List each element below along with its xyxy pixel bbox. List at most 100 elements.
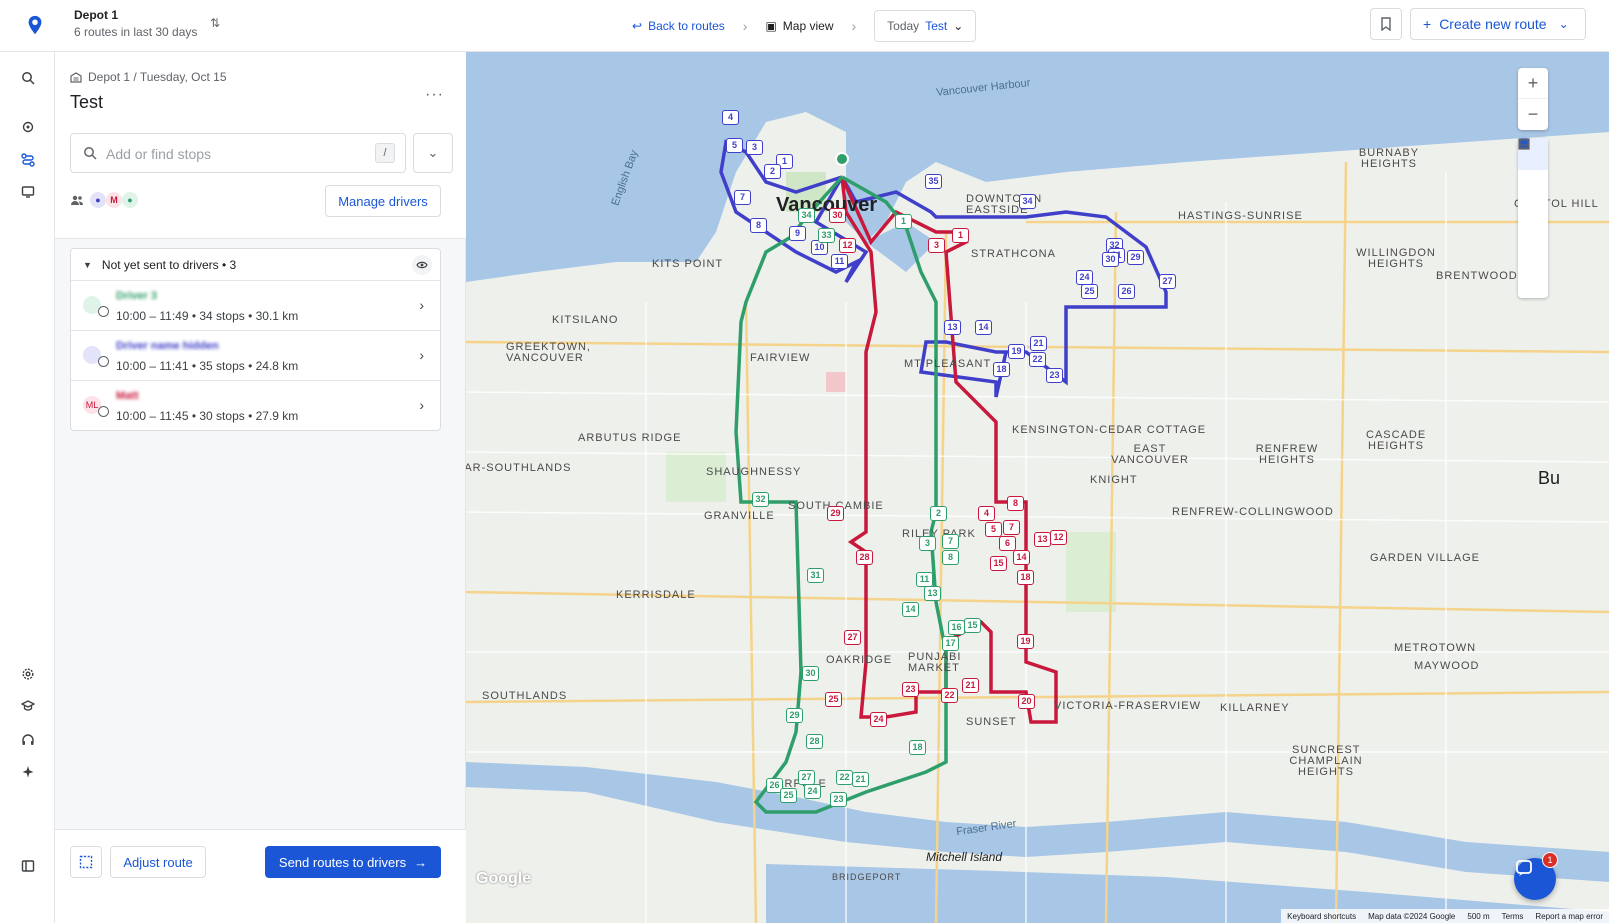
depot-marker[interactable] <box>835 152 849 166</box>
stop-marker[interactable]: 23 <box>1046 368 1063 383</box>
stop-marker[interactable]: 19 <box>1008 344 1025 359</box>
routes-group-header[interactable]: ▼ Not yet sent to drivers • 3 <box>71 249 440 281</box>
sparkle-icon[interactable] <box>20 764 36 780</box>
stop-marker[interactable]: 25 <box>780 788 797 803</box>
stop-marker[interactable]: 12 <box>839 238 856 253</box>
stop-marker[interactable]: 3 <box>919 536 936 551</box>
stop-marker[interactable]: 14 <box>975 320 992 335</box>
stop-marker[interactable]: 34 <box>798 208 815 223</box>
stop-marker[interactable]: 31 <box>807 568 824 583</box>
shape-button[interactable] <box>1518 139 1548 266</box>
stop-search[interactable]: / <box>70 133 406 173</box>
stop-marker[interactable]: 29 <box>786 708 803 723</box>
stop-marker[interactable]: 1 <box>952 228 969 243</box>
stop-marker[interactable]: 23 <box>902 682 919 697</box>
stop-pin-button[interactable] <box>1518 138 1548 234</box>
more-options-icon[interactable]: ··· <box>425 86 444 104</box>
stop-marker[interactable]: 7 <box>734 190 751 205</box>
stop-marker[interactable]: 35 <box>925 174 942 189</box>
routes-icon[interactable] <box>20 152 36 168</box>
stop-marker[interactable]: 17 <box>942 636 959 651</box>
stop-marker[interactable]: 18 <box>1017 570 1034 585</box>
stop-marker[interactable]: 29 <box>1127 250 1144 265</box>
stop-marker[interactable]: 34 <box>1019 194 1036 209</box>
send-routes-button[interactable]: Send routes to drivers → <box>265 846 441 878</box>
stop-marker[interactable]: 19 <box>1017 634 1034 649</box>
stop-marker[interactable]: 13 <box>944 320 961 335</box>
stop-marker[interactable]: 18 <box>909 740 926 755</box>
stop-marker[interactable]: 25 <box>825 692 842 707</box>
stop-marker[interactable]: 12 <box>1050 530 1067 545</box>
stop-marker[interactable]: 4 <box>722 110 739 125</box>
report-error-link[interactable]: Report a map error <box>1535 912 1603 921</box>
search-icon[interactable] <box>20 70 36 86</box>
manage-drivers-button[interactable]: Manage drivers <box>325 185 441 217</box>
stop-marker[interactable]: 13 <box>1034 532 1051 547</box>
stop-marker[interactable]: 27 <box>798 770 815 785</box>
route-row[interactable]: Driver name hidden 10:00 – 11:41 • 35 st… <box>71 331 440 381</box>
stop-marker[interactable]: 32 <box>752 492 769 507</box>
stop-marker[interactable]: 30 <box>802 666 819 681</box>
stop-marker[interactable]: 29 <box>827 506 844 521</box>
stop-marker[interactable]: 21 <box>852 772 869 787</box>
back-to-routes-link[interactable]: ↩ Back to routes <box>632 19 725 33</box>
zoom-in-button[interactable]: + <box>1518 68 1548 99</box>
map-scale[interactable]: 500 m <box>1467 912 1489 921</box>
eye-icon[interactable] <box>412 255 432 275</box>
stop-marker[interactable]: 27 <box>844 630 861 645</box>
stop-marker[interactable]: 5 <box>726 138 743 153</box>
search-options-button[interactable]: ⌄ <box>413 133 453 173</box>
stop-marker[interactable]: 7 <box>1003 520 1020 535</box>
stop-marker[interactable]: 30 <box>1102 252 1119 267</box>
stop-marker[interactable]: 8 <box>750 218 767 233</box>
select-area-button[interactable] <box>70 846 102 878</box>
stop-marker[interactable]: 11 <box>831 254 848 269</box>
stop-marker[interactable]: 16 <box>948 620 965 635</box>
monitor-icon[interactable] <box>20 184 36 200</box>
stop-marker[interactable]: 13 <box>924 586 941 601</box>
stop-marker[interactable]: 2 <box>764 164 781 179</box>
satellite-button[interactable] <box>1518 138 1548 202</box>
stop-marker[interactable]: 14 <box>902 602 919 617</box>
stop-marker[interactable]: 24 <box>870 712 887 727</box>
route-row[interactable]: Driver 3 10:00 – 11:49 • 34 stops • 30.1… <box>71 281 440 331</box>
stop-marker[interactable]: 25 <box>1081 284 1098 299</box>
stop-marker[interactable]: 6 <box>999 536 1016 551</box>
map-view-crumb[interactable]: ▣ Map view <box>765 19 833 33</box>
stop-marker[interactable]: 20 <box>1018 694 1035 709</box>
stop-marker[interactable]: 18 <box>993 362 1010 377</box>
bookmark-button[interactable] <box>1370 8 1402 40</box>
stop-marker[interactable]: 7 <box>942 534 959 549</box>
route-row[interactable]: ML Matt 10:00 – 11:45 • 30 stops • 27.9 … <box>71 381 440 431</box>
headset-icon[interactable] <box>20 732 36 748</box>
stop-marker[interactable]: 9 <box>789 226 806 241</box>
stop-marker[interactable]: 24 <box>1076 270 1093 285</box>
search-input[interactable] <box>106 144 356 164</box>
gear-icon[interactable] <box>20 666 36 682</box>
stop-marker[interactable]: 27 <box>1159 274 1176 289</box>
stop-marker[interactable]: 15 <box>990 556 1007 571</box>
stop-marker[interactable]: 24 <box>804 784 821 799</box>
stop-marker[interactable]: 2 <box>930 506 947 521</box>
route-date-select[interactable]: Today Test ⌄ <box>874 10 977 42</box>
zoom-out-button[interactable]: − <box>1518 99 1548 130</box>
keyboard-shortcuts-link[interactable]: Keyboard shortcuts <box>1287 912 1356 921</box>
stop-marker[interactable]: 28 <box>856 550 873 565</box>
stop-marker[interactable]: 8 <box>1007 496 1024 511</box>
stop-marker[interactable]: 22 <box>1029 352 1046 367</box>
stop-marker[interactable]: 30 <box>829 208 846 223</box>
app-logo-icon[interactable] <box>24 14 46 36</box>
stop-marker[interactable]: 28 <box>806 734 823 749</box>
adjust-route-button[interactable]: Adjust route <box>110 846 206 878</box>
depot-name[interactable]: Depot 1 <box>74 8 118 22</box>
stop-marker[interactable]: 21 <box>1030 336 1047 351</box>
stop-marker[interactable]: 3 <box>928 238 945 253</box>
stop-marker[interactable]: 4 <box>978 506 995 521</box>
depot-switch-icon[interactable]: ⇅ <box>210 16 220 30</box>
stop-marker[interactable]: 22 <box>836 770 853 785</box>
stop-marker[interactable]: 33 <box>818 228 835 243</box>
terms-link[interactable]: Terms <box>1502 912 1524 921</box>
stop-marker[interactable]: 22 <box>941 688 958 703</box>
stop-marker[interactable]: 15 <box>964 618 981 633</box>
route-map[interactable]: Vancouver Vancouver Harbour English Bay … <box>466 52 1609 923</box>
